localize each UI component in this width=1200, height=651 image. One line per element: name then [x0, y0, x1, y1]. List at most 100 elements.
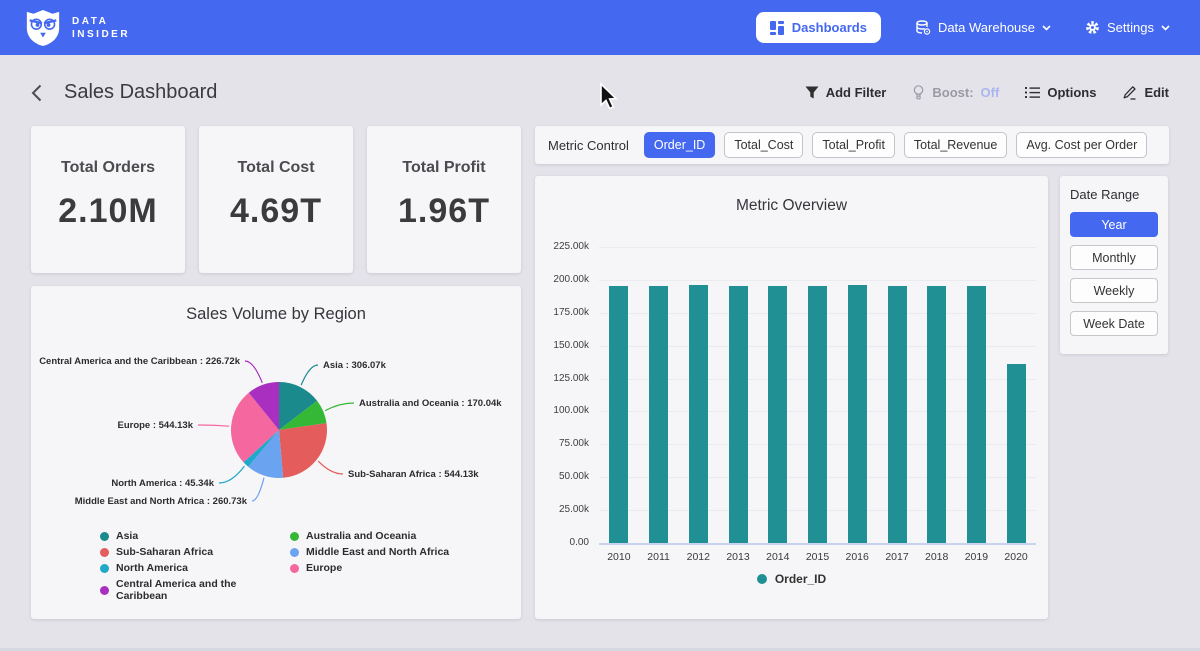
pie-leader-line: [318, 461, 343, 474]
kpi-value: 4.69T: [199, 192, 353, 231]
legend-label: Central America and the Caribbean: [116, 578, 290, 602]
dashboards-nav-button[interactable]: Dashboards: [756, 12, 881, 43]
pie-legend-item[interactable]: North America: [100, 562, 290, 574]
bar-2011: [649, 286, 668, 543]
edit-button[interactable]: Edit: [1122, 85, 1169, 100]
options-button[interactable]: Options: [1025, 85, 1096, 100]
metric-control-label: Metric Control: [548, 138, 629, 153]
date-range-button-weekly[interactable]: Weekly: [1070, 278, 1158, 303]
bar-2020: [1007, 364, 1026, 543]
metric-button-total-profit[interactable]: Total_Profit: [812, 132, 895, 158]
date-range-label: Date Range: [1070, 187, 1158, 202]
pie-legend-item[interactable]: Europe: [290, 562, 521, 574]
metric-button-total-revenue[interactable]: Total_Revenue: [904, 132, 1007, 158]
pie-legend-item[interactable]: Middle East and North Africa: [290, 546, 521, 558]
y-tick-label: 200.00k: [535, 274, 589, 285]
dashboards-label: Dashboards: [792, 20, 867, 35]
bar-2019: [967, 286, 986, 543]
date-range-button-year[interactable]: Year: [1070, 212, 1158, 237]
settings-label: Settings: [1107, 20, 1154, 35]
dashboard-body: Total Orders 2.10M Total Cost 4.69T Tota…: [0, 126, 1200, 619]
pie-legend-item[interactable]: Australia and Oceania: [290, 530, 521, 542]
legend-label: Sub-Saharan Africa: [116, 546, 213, 558]
app-name: DATA INSIDER: [72, 15, 130, 41]
pie-chart: Asia : 306.07kAustralia and Oceania : 17…: [31, 326, 521, 526]
bar-2015: [808, 286, 827, 543]
y-tick-label: 100.00k: [535, 405, 589, 416]
edit-label: Edit: [1144, 85, 1169, 100]
back-button[interactable]: [31, 84, 42, 102]
left-column: Total Orders 2.10M Total Cost 4.69T Tota…: [31, 126, 521, 619]
metric-button-total-cost[interactable]: Total_Cost: [724, 132, 803, 158]
x-tick-label: 2010: [607, 551, 630, 563]
bar-plot-area: [599, 247, 1036, 543]
app-logo[interactable]: DATA INSIDER: [24, 9, 130, 47]
mouse-cursor: [597, 82, 619, 112]
pie-slice-label: North America : 45.34k: [111, 478, 214, 489]
y-tick-label: 75.00k: [535, 438, 589, 449]
boost-balloon-icon: [912, 85, 925, 100]
gear-icon: [1085, 20, 1100, 35]
pie-slice-label: Sub-Saharan Africa : 544.13k: [348, 469, 479, 480]
data-warehouse-menu[interactable]: Data Warehouse: [915, 20, 1051, 36]
boost-toggle[interactable]: Boost: Off: [912, 85, 999, 100]
bar-2018: [927, 286, 946, 543]
options-list-icon: [1025, 86, 1040, 99]
top-nav-items: Dashboards Data Warehouse Settings: [756, 12, 1170, 43]
x-tick-label: 2015: [806, 551, 829, 563]
options-label: Options: [1047, 85, 1096, 100]
legend-dot: [757, 574, 767, 584]
legend-dot: [290, 564, 299, 573]
gridline: [599, 247, 1036, 248]
x-tick-label: 2011: [647, 551, 670, 563]
kpi-card-total-profit: Total Profit 1.96T: [367, 126, 521, 273]
edit-pencil-icon: [1122, 85, 1137, 100]
pie-legend: Asia Australia and Oceania Sub-Saharan Afr…: [100, 530, 521, 602]
y-tick-label: 175.00k: [535, 307, 589, 318]
kpi-label: Total Profit: [367, 159, 521, 177]
pie-slice-label: Middle East and North Africa : 260.73k: [75, 496, 248, 507]
legend-dot: [100, 564, 109, 573]
pie-leader-line: [325, 403, 354, 411]
back-chevron-icon: [31, 84, 42, 102]
date-range-panel: Date Range Year Monthly Weekly Week Date: [1060, 176, 1168, 354]
pie-legend-item[interactable]: Central America and the Caribbean: [100, 578, 290, 602]
metric-button-order-id[interactable]: Order_ID: [644, 132, 715, 158]
y-tick-label: 0.00: [535, 537, 589, 548]
date-range-button-week-date[interactable]: Week Date: [1070, 311, 1158, 336]
kpi-label: Total Orders: [31, 159, 185, 177]
right-column: Metric Control Order_ID Total_Cost Total…: [535, 126, 1169, 619]
y-tick-label: 125.00k: [535, 373, 589, 384]
page-title: Sales Dashboard: [64, 81, 217, 104]
date-range-button-monthly[interactable]: Monthly: [1070, 245, 1158, 270]
y-tick-label: 225.00k: [535, 241, 589, 252]
legend-dot: [290, 548, 299, 557]
pie-legend-item[interactable]: Asia: [100, 530, 290, 542]
metric-button-avg-cost-per-order[interactable]: Avg. Cost per Order: [1016, 132, 1147, 158]
x-tick-label: 2019: [965, 551, 988, 563]
pie-legend-item[interactable]: Sub-Saharan Africa: [100, 546, 290, 558]
bar-2010: [609, 286, 628, 543]
x-tick-label: 2020: [1004, 551, 1027, 563]
gridline: [599, 543, 1036, 545]
pie-leader-line: [301, 365, 318, 385]
pie-chart-card: Sales Volume by Region Asia : 306.07kAus…: [31, 286, 521, 619]
bar-2013: [729, 286, 748, 543]
kpi-row: Total Orders 2.10M Total Cost 4.69T Tota…: [31, 126, 521, 273]
chevron-down-icon: [1042, 25, 1051, 31]
data-warehouse-label: Data Warehouse: [938, 20, 1035, 35]
legend-label: North America: [116, 562, 188, 574]
boost-state: Off: [981, 85, 1000, 100]
pie-chart-title: Sales Volume by Region: [31, 286, 521, 324]
legend-dot: [290, 532, 299, 541]
legend-label: Asia: [116, 530, 138, 542]
pie-slice-2: [279, 423, 327, 478]
dashboard-grid-icon: [770, 21, 784, 35]
add-filter-button[interactable]: Add Filter: [805, 85, 887, 100]
pie-slice-label: Asia : 306.07k: [323, 360, 387, 371]
pie-slice-label: Central America and the Caribbean : 226.…: [39, 356, 241, 367]
bar-chart-legend[interactable]: Order_ID: [535, 572, 1048, 586]
bar-2014: [768, 286, 787, 543]
settings-menu[interactable]: Settings: [1085, 20, 1170, 35]
metric-control-bar: Metric Control Order_ID Total_Cost Total…: [535, 126, 1169, 164]
